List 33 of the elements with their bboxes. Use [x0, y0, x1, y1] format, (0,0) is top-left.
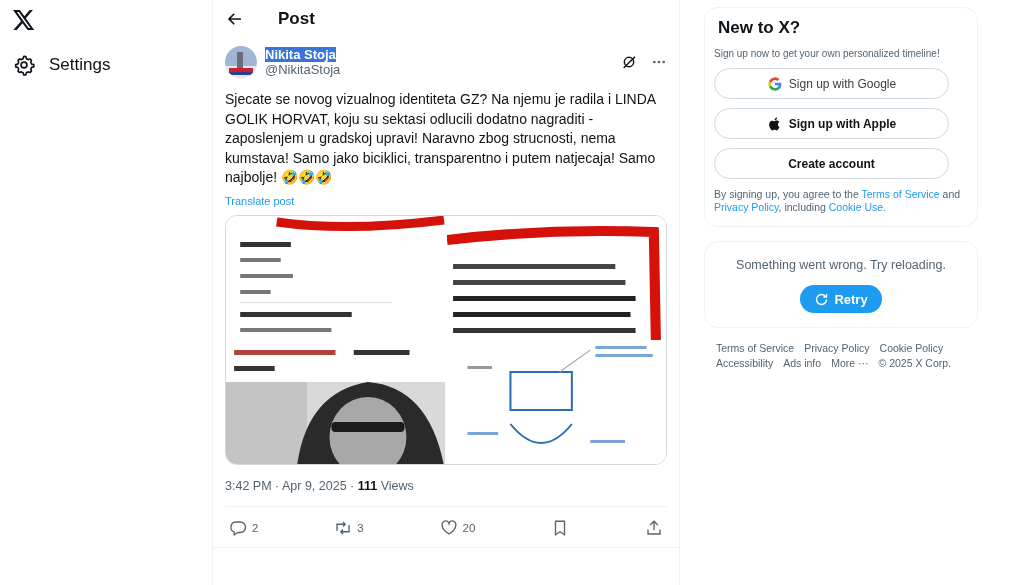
footer-link[interactable]: Accessibility: [716, 357, 774, 369]
post-meta: 3:42 PM · Apr 9, 2025 · 111 Views: [225, 464, 667, 507]
speech-bubble-icon: [229, 518, 247, 537]
share-button[interactable]: [645, 518, 663, 537]
google-icon: [766, 75, 783, 92]
author-name[interactable]: Nikita Stoja: [265, 47, 336, 62]
copyright-text: © 2025 X Corp.: [878, 357, 951, 369]
sidebar-item[interactable]: Settings: [13, 54, 111, 76]
grok-icon[interactable]: [621, 54, 637, 70]
footer-link[interactable]: Ads info: [783, 357, 822, 369]
author-handle[interactable]: @NikitaStoja: [265, 62, 341, 77]
settings-icon: [13, 54, 35, 76]
reply-button[interactable]: 2: [229, 518, 259, 537]
error-message: Something went wrong. Try reloading.: [736, 258, 946, 272]
signup-button[interactable]: Sign up with Google: [714, 68, 949, 99]
footer-link[interactable]: Cookie Policy: [879, 342, 944, 354]
back-arrow-icon[interactable]: [226, 10, 244, 28]
heart-icon: [439, 518, 458, 537]
x-logo-icon[interactable]: [13, 10, 35, 30]
share-icon: [645, 518, 663, 537]
card-title: New to X?: [718, 18, 802, 38]
footer-link[interactable]: More ···: [831, 357, 869, 369]
legal-text: By signing up, you agree to the Terms of Service and Privacy Policy, including Cookie Use.: [714, 188, 962, 214]
post-text: Sjecate se novog vizualnog identiteta GZ? Na njemu je radila i LINDA GOLIK HORVAT, koju su sektasi odlucili dodatno nagraditi - zaposlenjem u gradskoj upravi! Naravno zbog strucnosti, nema kumstava! Samo jako biciklici, transparentno i putem natjecaja! Samo najbolje! 🤣🤣🤣: [225, 90, 657, 187]
card-subtitle: Sign up now to get your own personalized timeline!: [714, 48, 941, 59]
footer-link[interactable]: Privacy Policy: [804, 342, 870, 354]
refresh-icon: [814, 291, 830, 307]
signup-button[interactable]: Create account: [714, 148, 949, 179]
signup-button[interactable]: Sign up with Apple: [714, 108, 949, 139]
like-button[interactable]: 20: [439, 518, 476, 537]
footer-link[interactable]: Terms of Service: [716, 342, 795, 354]
repost-button[interactable]: 3: [334, 518, 364, 537]
page-title: Post: [278, 9, 315, 29]
